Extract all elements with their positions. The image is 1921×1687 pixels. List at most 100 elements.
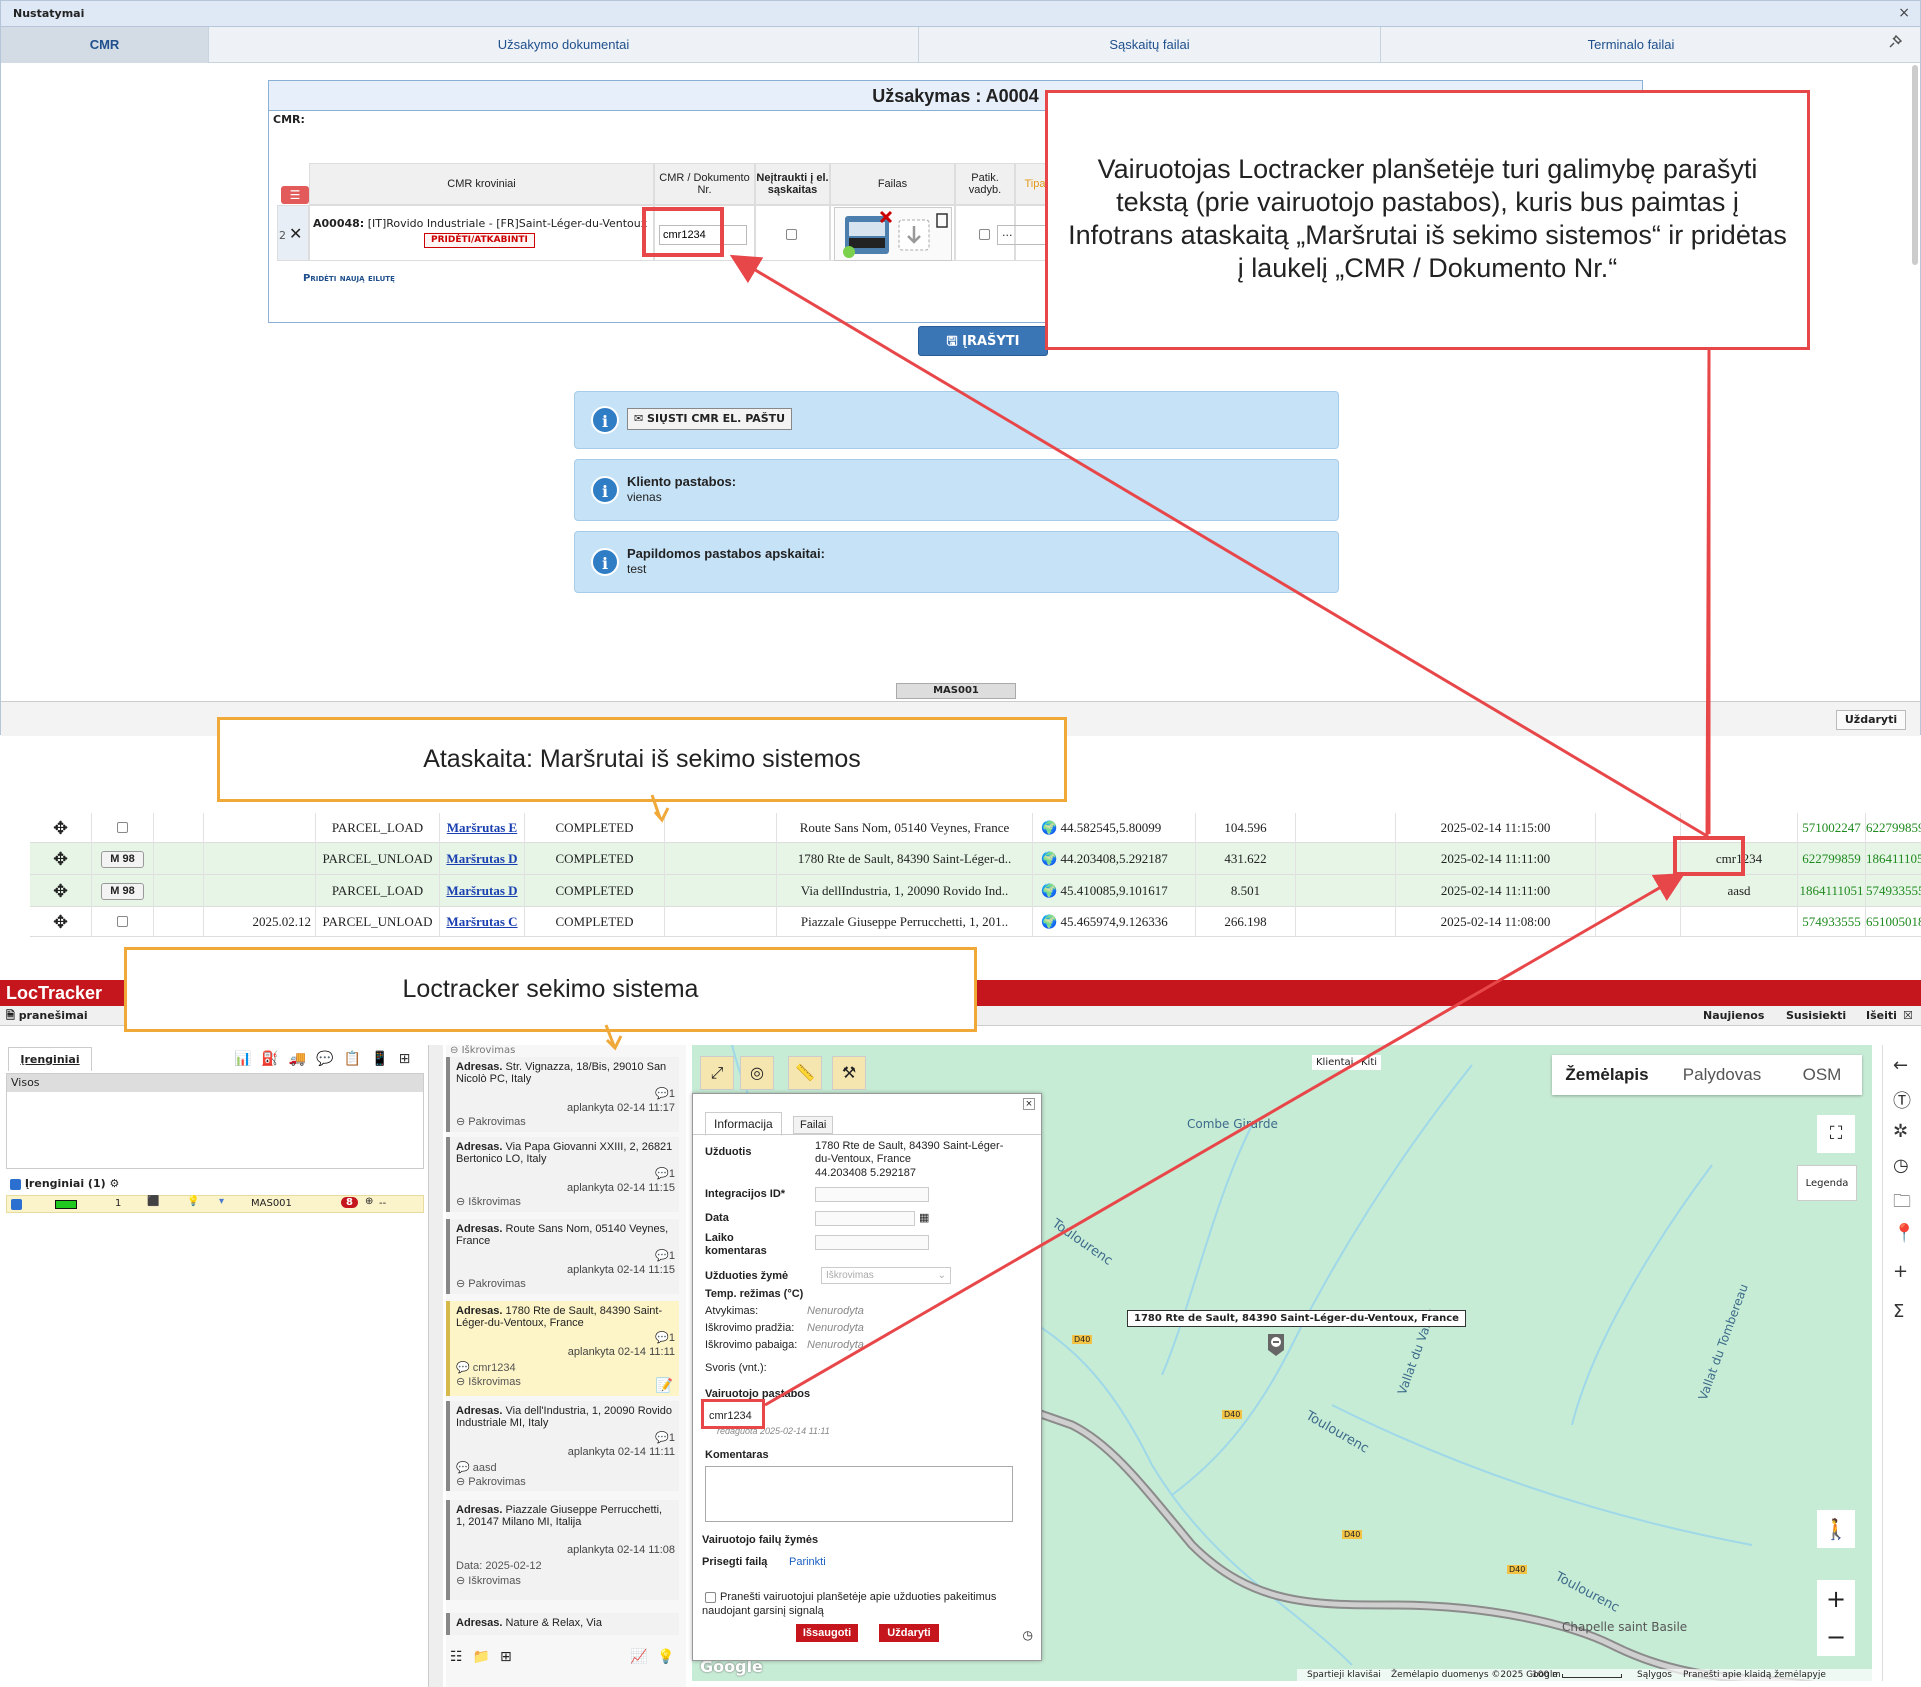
- history-icon[interactable]: ◷: [1023, 1628, 1033, 1642]
- row-checkbox[interactable]: [117, 916, 128, 927]
- tab-terminal-files[interactable]: Terminalo failai: [1381, 27, 1881, 63]
- fullscreen-icon[interactable]: ⛶: [1817, 1115, 1855, 1153]
- panel-splitter[interactable]: [429, 1045, 443, 1687]
- time-comment-input[interactable]: [815, 1235, 929, 1250]
- plus-icon[interactable]: +: [1893, 1261, 1908, 1282]
- location-pin-icon[interactable]: 📍: [1893, 1223, 1915, 1244]
- history-icon[interactable]: ◷: [1893, 1155, 1909, 1176]
- coords-cell[interactable]: 🌍 45.465974,9.126336: [1033, 907, 1196, 937]
- list-item[interactable]: Adresas. Via dell'Industria, 1, 20090 Ro…: [446, 1401, 679, 1491]
- tab-order-documents[interactable]: Užsakymo dokumentai: [209, 27, 919, 63]
- add-row-link[interactable]: Pridėti naują eilutę: [303, 273, 395, 284]
- table-row[interactable]: ✥ M 98 PARCEL_LOAD Maršrutas D COMPLETED…: [30, 875, 1921, 907]
- devices-count-label[interactable]: Įrenginiai (1) ⚙: [10, 1177, 119, 1190]
- pin-icon[interactable]: [1888, 34, 1903, 53]
- table-row[interactable]: ✥ PARCEL_LOAD Maršrutas E COMPLETED Rout…: [30, 813, 1921, 843]
- folder-icon[interactable]: 🗀: [1893, 1189, 1911, 1219]
- add-icon[interactable]: ⊕: [365, 1196, 373, 1207]
- list-item-selected[interactable]: Adresas. 1780 Rte de Sault, 84390 Saint-…: [446, 1301, 679, 1396]
- choose-file-link[interactable]: Parinkti: [789, 1556, 826, 1568]
- map-type-satellite[interactable]: Palydovas: [1662, 1055, 1782, 1095]
- tab-devices[interactable]: Įrenginiai: [8, 1047, 92, 1071]
- table-row[interactable]: ✥ M 98 PARCEL_UNLOAD Maršrutas D COMPLET…: [30, 843, 1921, 875]
- dialog-save-button[interactable]: Išsaugoti: [796, 1624, 858, 1642]
- dropdown-icon[interactable]: ▾: [219, 1196, 224, 1207]
- legend-button[interactable]: Legenda: [1797, 1165, 1857, 1201]
- clients-toggle[interactable]: Klientai: [1312, 1055, 1358, 1070]
- move-icon[interactable]: ✥: [30, 813, 92, 843]
- save-button[interactable]: 🖫 ĮRAŠYTI: [918, 326, 1048, 356]
- chart-icons[interactable]: 📈💡: [630, 1649, 685, 1665]
- list-item[interactable]: Adresas. Str. Vignazza, 18/Bis, 29010 Sa…: [446, 1057, 679, 1132]
- device-badge[interactable]: 8: [341, 1197, 358, 1208]
- date-input[interactable]: [815, 1211, 915, 1226]
- scrollbar[interactable]: [1912, 65, 1918, 265]
- coords-cell[interactable]: 🌍 44.203408,5.292187: [1033, 843, 1196, 875]
- coords-cell[interactable]: 🌍 44.582545,5.80099: [1033, 813, 1196, 843]
- move-icon[interactable]: ✥: [30, 875, 92, 907]
- group-all[interactable]: Visos: [7, 1074, 423, 1092]
- map-marker-icon[interactable]: [1266, 1332, 1286, 1358]
- route-link[interactable]: Maršrutas D: [440, 843, 525, 875]
- route-icon[interactable]: ⚒: [832, 1056, 866, 1090]
- attach-detach-button[interactable]: PRIDĖTI/ATKABINTI: [424, 233, 535, 248]
- list-item[interactable]: Adresas. Nature & Relax, Via: [446, 1613, 679, 1635]
- terms-link[interactable]: Sąlygos: [1637, 1669, 1672, 1681]
- other-toggle[interactable]: Kiti: [1357, 1055, 1382, 1070]
- list-item[interactable]: Adresas. Piazzale Giuseppe Perrucchetti,…: [446, 1500, 679, 1600]
- tab-files[interactable]: Failai: [793, 1116, 834, 1134]
- send-cmr-email-button[interactable]: ✉ SIŲSTI CMR EL. PAŠTU: [627, 408, 793, 430]
- device-toolbar-icons[interactable]: 📊⛽🚚💬📋📱⊞: [234, 1051, 420, 1067]
- close-button[interactable]: Uždaryti: [1836, 710, 1906, 730]
- devices-checkbox[interactable]: [10, 1178, 21, 1190]
- comment-textarea[interactable]: [705, 1466, 1013, 1522]
- confirmed-checkbox[interactable]: [979, 229, 990, 240]
- fit-bounds-icon[interactable]: ⤢: [700, 1056, 734, 1090]
- row-menu-button[interactable]: ☰: [281, 186, 309, 204]
- street-view-icon[interactable]: 🚶: [1817, 1510, 1855, 1548]
- move-icon[interactable]: ✥: [30, 907, 92, 937]
- dialog-close-button[interactable]: Uždaryti: [879, 1624, 939, 1642]
- ruler-icon[interactable]: 📏: [788, 1056, 822, 1090]
- calendar-icon[interactable]: ▦: [919, 1211, 929, 1224]
- task-mark-select[interactable]: Iškrovimas ⌄: [821, 1267, 951, 1284]
- coords-cell[interactable]: 🌍 45.410085,9.101617: [1033, 875, 1196, 907]
- device-checkbox[interactable]: [11, 1199, 22, 1210]
- text-circle-icon[interactable]: Ⓣ: [1893, 1087, 1911, 1113]
- route-link[interactable]: Maršrutas E: [440, 813, 525, 843]
- radar-icon[interactable]: ◎: [740, 1056, 774, 1090]
- not-in-invoice-checkbox[interactable]: [786, 229, 797, 240]
- close-icon[interactable]: ×: [1023, 1098, 1035, 1110]
- sparkle-icon[interactable]: ✲: [1893, 1121, 1908, 1142]
- zoom-in-icon[interactable]: +: [1817, 1580, 1855, 1618]
- type-select[interactable]: ...: [997, 225, 1047, 245]
- route-link[interactable]: Maršrutas D: [440, 875, 525, 907]
- report-error-link[interactable]: Pranešti apie klaidą žemėlapyje: [1683, 1669, 1826, 1681]
- remove-row-icon[interactable]: ✕: [289, 224, 302, 243]
- integration-id-input[interactable]: [815, 1187, 929, 1202]
- tab-cmr[interactable]: CMR: [1, 27, 209, 63]
- list-toolbar-icons[interactable]: ☷📁⊞: [450, 1649, 522, 1665]
- logout-link[interactable]: Išeiti: [1866, 1006, 1897, 1026]
- move-icon[interactable]: ✥: [30, 843, 92, 875]
- shortcuts-link[interactable]: Spartieji klavišai: [1307, 1669, 1381, 1681]
- map-type-osm[interactable]: OSM: [1782, 1055, 1862, 1095]
- news-link[interactable]: Naujienos: [1703, 1006, 1764, 1026]
- table-row[interactable]: ✥ 2025.02.12 PARCEL_UNLOAD Maršrutas C C…: [30, 907, 1921, 937]
- file-thumbnail[interactable]: [834, 207, 952, 261]
- map-type-roadmap[interactable]: Žemėlapis: [1552, 1055, 1662, 1095]
- route-link[interactable]: Maršrutas C: [440, 907, 525, 937]
- tab-info[interactable]: Informacija: [705, 1112, 782, 1136]
- device-row[interactable]: 1 ⬛ 💡 ▾ MAS001 8 ⊕ --: [6, 1195, 424, 1213]
- close-icon[interactable]: ☒: [1903, 1006, 1913, 1026]
- contact-link[interactable]: Susisiekti: [1786, 1006, 1846, 1026]
- row-checkbox[interactable]: [117, 822, 128, 833]
- tab-invoice-files[interactable]: Sąskaitų failai: [919, 27, 1381, 63]
- messages-menu[interactable]: 🗎 pranešimai: [6, 1006, 88, 1026]
- close-icon[interactable]: ×: [1898, 5, 1910, 21]
- zoom-out-icon[interactable]: −: [1817, 1618, 1855, 1656]
- back-arrow-icon[interactable]: ←: [1893, 1055, 1908, 1076]
- sigma-icon[interactable]: Σ: [1893, 1301, 1904, 1322]
- edit-note-icon[interactable]: 📝: [656, 1377, 673, 1394]
- list-item[interactable]: Adresas. Route Sans Nom, 05140 Veynes, F…: [446, 1219, 679, 1294]
